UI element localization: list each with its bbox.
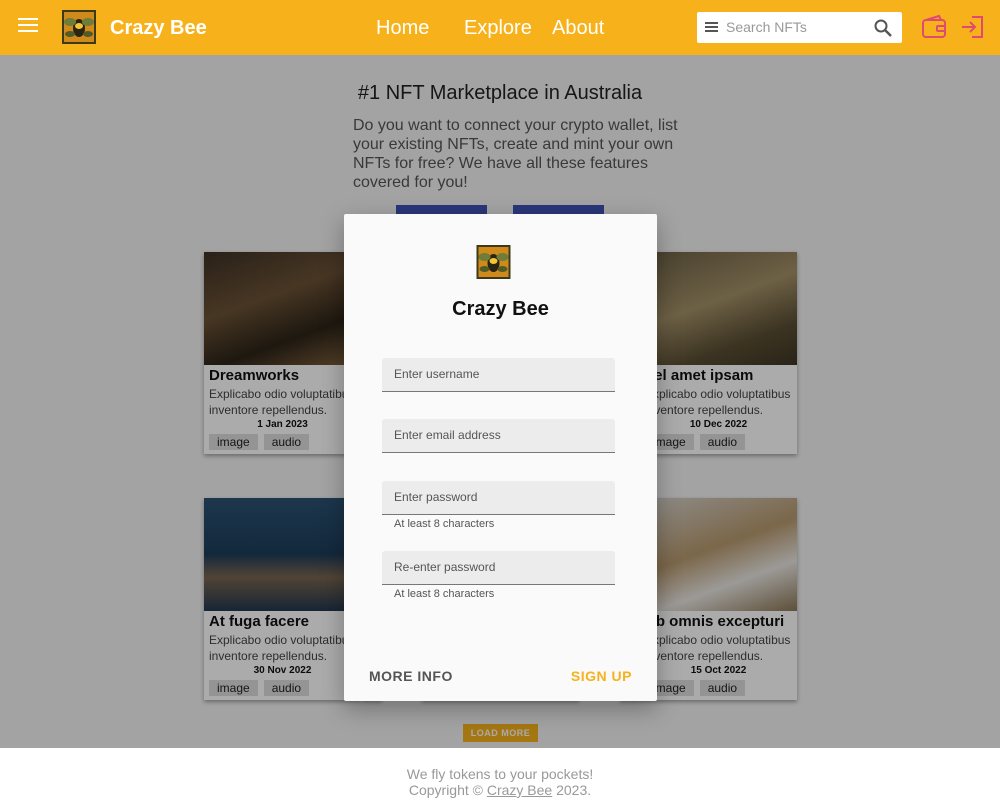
login-icon[interactable] xyxy=(960,14,986,40)
password-label: Enter password xyxy=(394,490,478,504)
app-header: Crazy Bee Home Explore About Search NFTs xyxy=(0,0,1000,55)
bee-logo-icon[interactable] xyxy=(62,10,96,44)
footer-copyright: Copyright © Crazy Bee 2023. xyxy=(408,782,592,798)
bee-logo-icon xyxy=(476,245,511,279)
more-info-button[interactable]: MORE INFO xyxy=(369,668,453,684)
email-field[interactable]: Enter email address xyxy=(382,419,615,453)
nav-explore[interactable]: Explore xyxy=(464,17,532,40)
nav-about[interactable]: About xyxy=(552,17,604,40)
search-input[interactable]: Search NFTs xyxy=(726,19,807,35)
footer: We fly tokens to your pockets! Copyright… xyxy=(0,748,1000,800)
password-field[interactable]: Enter password xyxy=(382,481,615,515)
search-bar[interactable]: Search NFTs xyxy=(697,12,902,43)
password-hint: At least 8 characters xyxy=(394,518,495,530)
username-label: Enter username xyxy=(394,367,480,381)
dialog-title: Crazy Bee xyxy=(452,298,549,320)
footer-brand-link[interactable]: Crazy Bee xyxy=(487,782,552,798)
username-field[interactable]: Enter username xyxy=(382,358,615,392)
menu-icon[interactable] xyxy=(18,18,38,34)
nav-home[interactable]: Home xyxy=(376,17,429,40)
brand-name[interactable]: Crazy Bee xyxy=(110,17,207,40)
search-icon[interactable] xyxy=(873,18,893,38)
confirm-password-field[interactable]: Re-enter password xyxy=(382,551,615,585)
signup-dialog: Crazy Bee Enter username Enter email add… xyxy=(344,214,657,701)
confirm-password-label: Re-enter password xyxy=(394,560,496,574)
email-label: Enter email address xyxy=(394,428,501,442)
footer-tagline: We fly tokens to your pockets! xyxy=(406,766,594,782)
wallet-icon[interactable] xyxy=(921,14,947,40)
search-menu-icon xyxy=(705,22,718,34)
confirm-password-hint: At least 8 characters xyxy=(394,588,495,600)
sign-up-button[interactable]: SIGN UP xyxy=(571,668,632,684)
